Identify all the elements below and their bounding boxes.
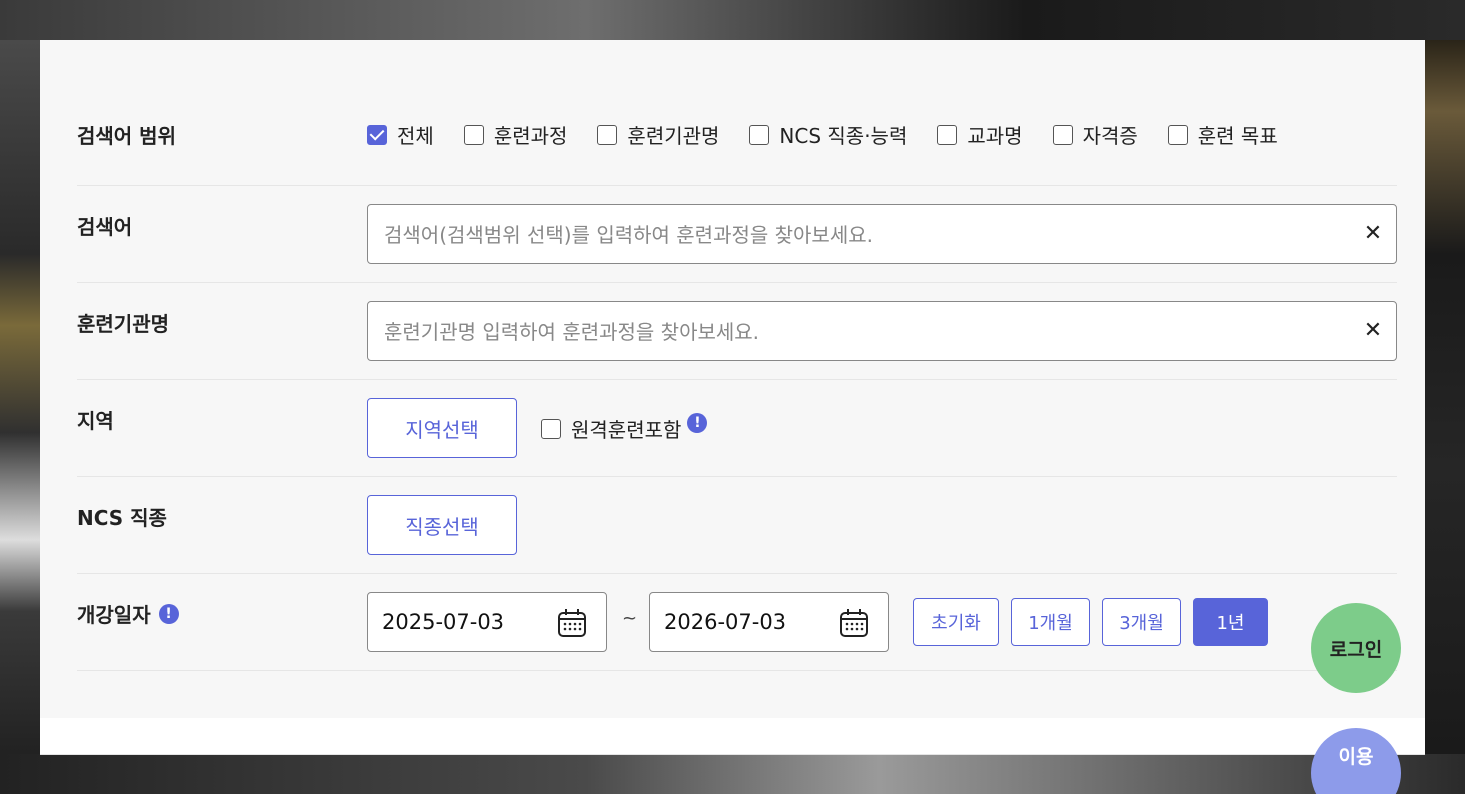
checkbox[interactable]	[1167, 124, 1188, 145]
keyword-row: 검색어 ✕	[77, 185, 1397, 283]
start-date-from-input[interactable]: 2025-07-03	[367, 592, 607, 652]
ncs-row: NCS 직종 직종선택	[77, 476, 1397, 574]
start-date-row: 개강일자 ! 2025-07-03 ~ 2026-07-03 초기화 1개월 3…	[77, 573, 1397, 671]
checkbox[interactable]	[541, 418, 561, 439]
region-label: 지역	[77, 409, 114, 433]
scope-option-institution[interactable]: 훈련기관명	[597, 120, 719, 149]
institution-input[interactable]	[382, 302, 1346, 362]
info-icon[interactable]: !	[158, 603, 179, 624]
scope-option-certificate[interactable]: 자격증	[1052, 120, 1138, 149]
search-scope-label: 검색어 범위	[77, 124, 176, 148]
three-months-button[interactable]: 3개월	[1102, 598, 1181, 646]
remote-training-checkbox[interactable]: 원격훈련포함 !	[541, 412, 708, 443]
start-date-to-input[interactable]: 2026-07-03	[649, 592, 889, 652]
scope-option-all[interactable]: 전체	[367, 120, 434, 149]
keyword-field: ✕	[367, 204, 1397, 265]
institution-label: 훈련기관명	[77, 312, 169, 336]
clear-keyword-icon[interactable]: ✕	[1362, 221, 1384, 246]
clear-institution-icon[interactable]: ✕	[1362, 318, 1384, 343]
search-filter-panel: 검색어 범위 전체 훈련과정 훈련기관명 NCS 직종·능력 교과명 자격증 훈…	[40, 40, 1425, 718]
scope-option-course[interactable]: 훈련과정	[463, 120, 567, 149]
search-scope-options: 전체 훈련과정 훈련기관명 NCS 직종·능력 교과명 자격증 훈련 목표	[367, 120, 1278, 149]
institution-field: ✕	[367, 301, 1397, 362]
checkbox[interactable]	[937, 124, 958, 145]
login-floating-button[interactable]: 로그인	[1311, 603, 1401, 693]
checkbox[interactable]	[463, 124, 484, 145]
reset-date-button[interactable]: 초기화	[913, 598, 999, 646]
ncs-label: NCS 직종	[77, 506, 167, 530]
one-year-button[interactable]: 1년	[1193, 598, 1268, 646]
keyword-input[interactable]	[382, 205, 1346, 265]
checkbox[interactable]	[749, 124, 770, 145]
start-date-label: 개강일자	[77, 603, 151, 627]
checkbox[interactable]	[367, 124, 387, 145]
institution-row: 훈련기관명 ✕	[77, 282, 1397, 380]
start-date-label-wrap: 개강일자 !	[77, 599, 179, 628]
scope-option-ncs[interactable]: NCS 직종·능력	[749, 120, 907, 149]
scope-option-subject[interactable]: 교과명	[937, 120, 1023, 149]
scope-option-goal[interactable]: 훈련 목표	[1167, 120, 1278, 149]
region-row: 지역 지역선택 원격훈련포함 !	[77, 379, 1397, 477]
search-scope-row: 검색어 범위 전체 훈련과정 훈련기관명 NCS 직종·능력 교과명 자격증 훈…	[77, 90, 1397, 186]
checkbox[interactable]	[597, 124, 618, 145]
checkbox[interactable]	[1052, 124, 1073, 145]
region-select-button[interactable]: 지역선택	[367, 398, 517, 458]
calendar-icon[interactable]	[838, 607, 870, 639]
one-month-button[interactable]: 1개월	[1011, 598, 1090, 646]
ncs-select-button[interactable]: 직종선택	[367, 495, 517, 555]
secondary-floating-button[interactable]: 이용	[1311, 728, 1401, 794]
keyword-label: 검색어	[77, 215, 133, 239]
info-icon[interactable]: !	[687, 412, 708, 433]
calendar-icon[interactable]	[556, 607, 588, 639]
panel-footer	[40, 718, 1425, 755]
date-range-separator: ~	[622, 608, 638, 629]
